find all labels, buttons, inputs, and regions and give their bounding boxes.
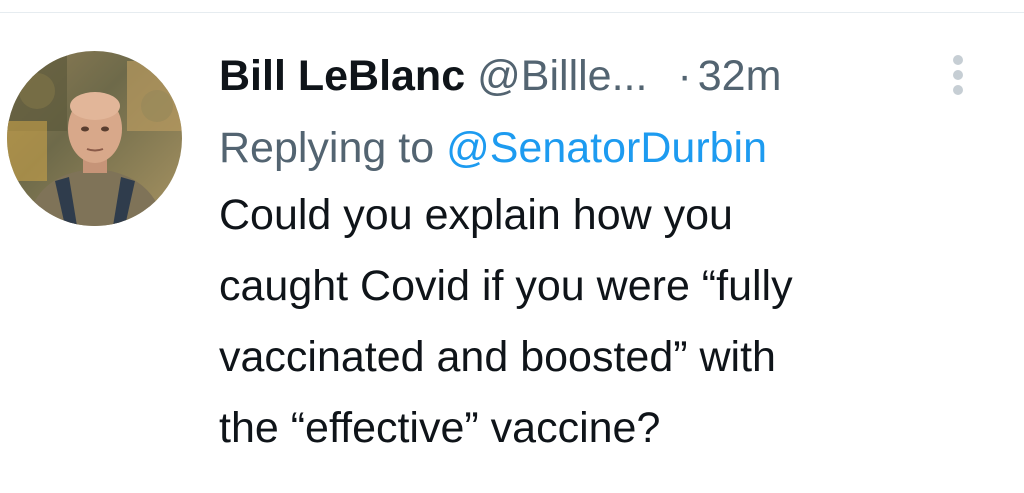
tweet-card[interactable]: Bill LeBlanc @Billle... · 32m Replying t…	[0, 0, 1024, 493]
avatar-photo	[7, 51, 182, 226]
timestamp[interactable]: 32m	[698, 44, 782, 108]
tweet-text-line: Could you explain how you	[219, 191, 733, 239]
tweet-text: Could you explain how you caught Covid i…	[219, 180, 999, 464]
author-name[interactable]: Bill LeBlanc	[219, 44, 465, 108]
tweet-content: Bill LeBlanc @Billle... · 32m Replying t…	[219, 44, 999, 464]
more-dot	[953, 55, 963, 65]
more-vertical-icon[interactable]	[950, 55, 966, 99]
top-divider	[0, 0, 1024, 13]
replying-to-line: Replying to @SenatorDurbin	[219, 116, 999, 180]
more-dot	[953, 85, 963, 95]
replying-to-label: Replying to	[219, 124, 435, 172]
tweet-text-line: the “effective” vaccine?	[219, 404, 661, 452]
tweet-text-line: vaccinated and boosted” with	[219, 333, 776, 381]
separator-dot: ·	[677, 52, 692, 100]
avatar[interactable]	[7, 51, 182, 226]
replying-to-mention[interactable]: @SenatorDurbin	[446, 124, 767, 172]
tweet-text-line: caught Covid if you were “fully	[219, 262, 793, 310]
tweet-header: Bill LeBlanc @Billle... · 32m	[219, 44, 999, 108]
more-dot	[953, 70, 963, 80]
author-handle[interactable]: @Billle...	[477, 44, 647, 108]
